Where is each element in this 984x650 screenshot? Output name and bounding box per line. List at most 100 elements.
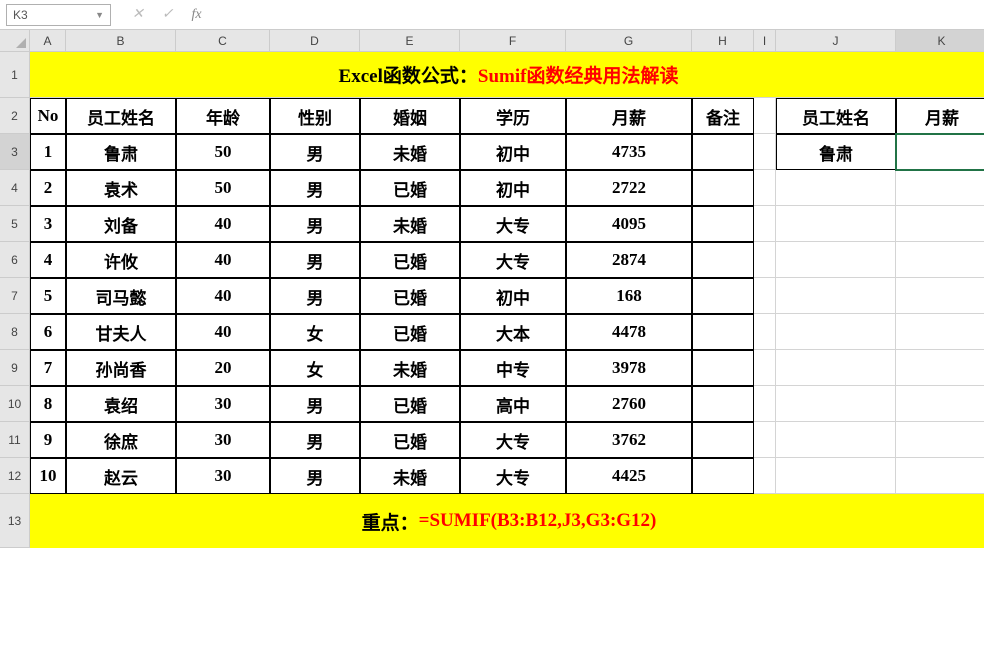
cell-salary-8[interactable]: 4478 bbox=[566, 314, 692, 350]
cell-sex-5[interactable]: 男 bbox=[270, 206, 360, 242]
row-head-10[interactable]: 10 bbox=[0, 386, 30, 422]
cell-salary-7[interactable]: 168 bbox=[566, 278, 692, 314]
cell-salary-6[interactable]: 2874 bbox=[566, 242, 692, 278]
name-box[interactable]: K3 ▼ bbox=[6, 4, 111, 26]
cell-salary-3[interactable]: 4735 bbox=[566, 134, 692, 170]
row-head-11[interactable]: 11 bbox=[0, 422, 30, 458]
row-head-13[interactable]: 13 bbox=[0, 494, 30, 548]
hdr-salary[interactable]: 月薪 bbox=[566, 98, 692, 134]
col-head-d[interactable]: D bbox=[270, 30, 360, 52]
cell-no-7[interactable]: 5 bbox=[30, 278, 66, 314]
cell-note-7[interactable] bbox=[692, 278, 754, 314]
cell-no-5[interactable]: 3 bbox=[30, 206, 66, 242]
hdr-age[interactable]: 年龄 bbox=[176, 98, 270, 134]
cell-no-11[interactable]: 9 bbox=[30, 422, 66, 458]
col-head-k[interactable]: K bbox=[896, 30, 984, 52]
cell-no-9[interactable]: 7 bbox=[30, 350, 66, 386]
cell-j6[interactable] bbox=[776, 242, 896, 278]
hdr-note[interactable]: 备注 bbox=[692, 98, 754, 134]
cell-name-8[interactable]: 甘夫人 bbox=[66, 314, 176, 350]
cell-edu-3[interactable]: 初中 bbox=[460, 134, 566, 170]
title-cell[interactable]: Excel函数公式：Sumif函数经典用法解读 bbox=[30, 52, 984, 98]
cell-k8[interactable] bbox=[896, 314, 984, 350]
side-name-value[interactable]: 鲁肃 bbox=[776, 134, 896, 170]
cell-j12[interactable] bbox=[776, 458, 896, 494]
row-head-9[interactable]: 9 bbox=[0, 350, 30, 386]
col-head-a[interactable]: A bbox=[30, 30, 66, 52]
cell-sex-6[interactable]: 男 bbox=[270, 242, 360, 278]
cell-marry-7[interactable]: 已婚 bbox=[360, 278, 460, 314]
cell-age-6[interactable]: 40 bbox=[176, 242, 270, 278]
cell-edu-10[interactable]: 高中 bbox=[460, 386, 566, 422]
cell-no-8[interactable]: 6 bbox=[30, 314, 66, 350]
cell-marry-5[interactable]: 未婚 bbox=[360, 206, 460, 242]
cell-age-4[interactable]: 50 bbox=[176, 170, 270, 206]
cell-j11[interactable] bbox=[776, 422, 896, 458]
side-hdr-name[interactable]: 员工姓名 bbox=[776, 98, 896, 134]
cell-age-7[interactable]: 40 bbox=[176, 278, 270, 314]
cell-sex-8[interactable]: 女 bbox=[270, 314, 360, 350]
cell-marry-6[interactable]: 已婚 bbox=[360, 242, 460, 278]
cell-sex-7[interactable]: 男 bbox=[270, 278, 360, 314]
cell-i11[interactable] bbox=[754, 422, 776, 458]
cell-name-12[interactable]: 赵云 bbox=[66, 458, 176, 494]
row-head-8[interactable]: 8 bbox=[0, 314, 30, 350]
cell-i5[interactable] bbox=[754, 206, 776, 242]
hdr-edu[interactable]: 学历 bbox=[460, 98, 566, 134]
cell-k9[interactable] bbox=[896, 350, 984, 386]
cell-k4[interactable] bbox=[896, 170, 984, 206]
cell-note-9[interactable] bbox=[692, 350, 754, 386]
cell-j4[interactable] bbox=[776, 170, 896, 206]
col-head-b[interactable]: B bbox=[66, 30, 176, 52]
row-head-3[interactable]: 3 bbox=[0, 134, 30, 170]
row-head-7[interactable]: 7 bbox=[0, 278, 30, 314]
cell-age-10[interactable]: 30 bbox=[176, 386, 270, 422]
cell-j7[interactable] bbox=[776, 278, 896, 314]
cell-i10[interactable] bbox=[754, 386, 776, 422]
cell-name-6[interactable]: 许攸 bbox=[66, 242, 176, 278]
cell-salary-11[interactable]: 3762 bbox=[566, 422, 692, 458]
hdr-marry[interactable]: 婚姻 bbox=[360, 98, 460, 134]
cell-name-9[interactable]: 孙尚香 bbox=[66, 350, 176, 386]
cell-i3[interactable] bbox=[754, 134, 776, 170]
col-head-f[interactable]: F bbox=[460, 30, 566, 52]
row-head-1[interactable]: 1 bbox=[0, 52, 30, 98]
cell-no-3[interactable]: 1 bbox=[30, 134, 66, 170]
cell-note-4[interactable] bbox=[692, 170, 754, 206]
cell-note-3[interactable] bbox=[692, 134, 754, 170]
cell-salary-5[interactable]: 4095 bbox=[566, 206, 692, 242]
cell-marry-4[interactable]: 已婚 bbox=[360, 170, 460, 206]
cell-i7[interactable] bbox=[754, 278, 776, 314]
cell-age-5[interactable]: 40 bbox=[176, 206, 270, 242]
cell-k6[interactable] bbox=[896, 242, 984, 278]
cell-name-10[interactable]: 袁绍 bbox=[66, 386, 176, 422]
cell-name-11[interactable]: 徐庶 bbox=[66, 422, 176, 458]
cell-k7[interactable] bbox=[896, 278, 984, 314]
col-head-j[interactable]: J bbox=[776, 30, 896, 52]
bottom-cell[interactable]: 重点：=SUMIF(B3:B12,J3,G3:G12) bbox=[30, 494, 984, 548]
cell-edu-11[interactable]: 大专 bbox=[460, 422, 566, 458]
cell-salary-4[interactable]: 2722 bbox=[566, 170, 692, 206]
cell-edu-9[interactable]: 中专 bbox=[460, 350, 566, 386]
cell-name-5[interactable]: 刘备 bbox=[66, 206, 176, 242]
cell-sex-12[interactable]: 男 bbox=[270, 458, 360, 494]
cell-sex-3[interactable]: 男 bbox=[270, 134, 360, 170]
col-head-h[interactable]: H bbox=[692, 30, 754, 52]
cell-age-11[interactable]: 30 bbox=[176, 422, 270, 458]
cell-j10[interactable] bbox=[776, 386, 896, 422]
formula-input[interactable] bbox=[216, 4, 984, 26]
hdr-name[interactable]: 员工姓名 bbox=[66, 98, 176, 134]
cell-edu-6[interactable]: 大专 bbox=[460, 242, 566, 278]
cell-sex-11[interactable]: 男 bbox=[270, 422, 360, 458]
col-head-g[interactable]: G bbox=[566, 30, 692, 52]
cell-j5[interactable] bbox=[776, 206, 896, 242]
cell-marry-12[interactable]: 未婚 bbox=[360, 458, 460, 494]
cell-note-11[interactable] bbox=[692, 422, 754, 458]
fx-icon[interactable]: fx bbox=[191, 7, 201, 23]
cell-marry-10[interactable]: 已婚 bbox=[360, 386, 460, 422]
row-head-4[interactable]: 4 bbox=[0, 170, 30, 206]
cell-i2[interactable] bbox=[754, 98, 776, 134]
cell-age-8[interactable]: 40 bbox=[176, 314, 270, 350]
cell-note-6[interactable] bbox=[692, 242, 754, 278]
row-head-6[interactable]: 6 bbox=[0, 242, 30, 278]
